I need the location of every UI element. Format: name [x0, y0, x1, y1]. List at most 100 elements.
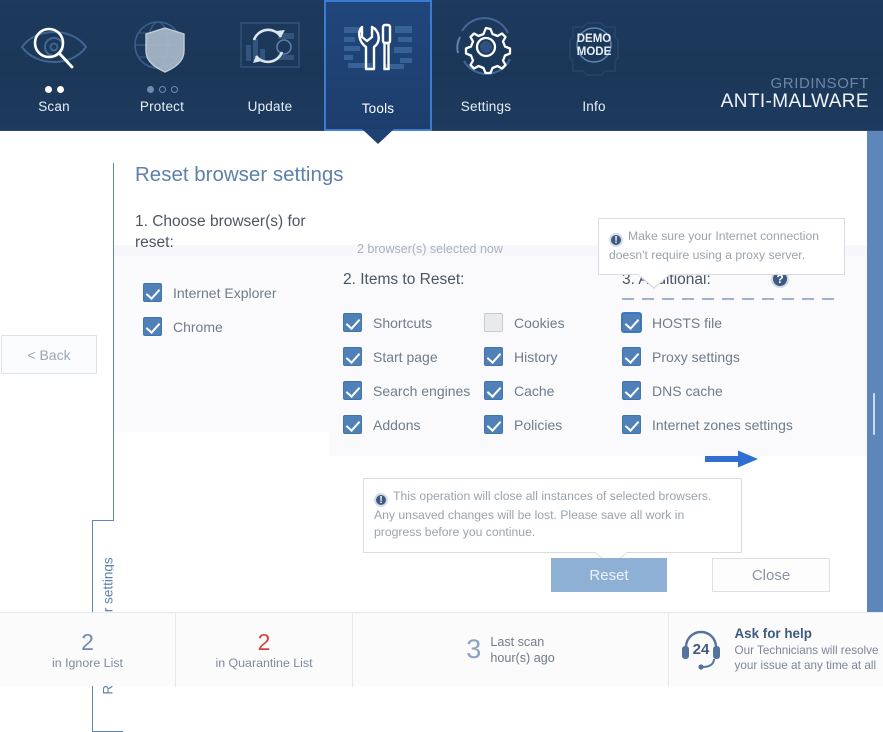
active-tab-caret	[362, 129, 394, 144]
nav-item-protect[interactable]: Protect	[108, 0, 216, 131]
footer-quarantine-list[interactable]: 2 in Quarantine List	[176, 613, 353, 687]
checkbox-label: DNS cache	[652, 383, 723, 399]
checkbox-row-policies[interactable]: Policies	[484, 415, 562, 434]
checkbox-row-history[interactable]: History	[484, 347, 558, 366]
checkbox-search-engines[interactable]	[343, 381, 362, 400]
checkbox-internet-zones-settings[interactable]	[622, 415, 641, 434]
checkbox-row-addons[interactable]: Addons	[343, 415, 420, 434]
checkbox-row-search-engines[interactable]: Search engines	[343, 381, 470, 400]
nav-item-scan[interactable]: Scan	[0, 0, 108, 131]
checkbox-row-hosts-file[interactable]: HOSTS file	[622, 313, 722, 332]
brand-logo: GRIDINSOFT ANTI-MALWARE	[721, 76, 869, 112]
tooltip-proxy-notice: !Make sure your Internet connection does…	[598, 218, 845, 275]
refresh-arrows-icon	[216, 0, 324, 86]
right-scrollbar[interactable]	[867, 131, 883, 612]
brand-line-2: ANTI-MALWARE	[721, 92, 869, 112]
step-1-label: 1. Choose browser(s) for reset:	[135, 212, 320, 254]
checkbox-row-dns-cache[interactable]: DNS cache	[622, 381, 723, 400]
help-line-1: Our Technicians will resolve	[735, 643, 879, 658]
help-line-2: your issue at any time at all	[735, 658, 879, 673]
checkbox-label: Cache	[514, 383, 554, 399]
footer-last-scan[interactable]: 3 Last scan hour(s) ago	[353, 613, 669, 687]
tooltip-operation-text: This operation will close all instances …	[374, 489, 711, 539]
quarantine-count: 2	[215, 630, 312, 655]
annotation-arrow-icon	[705, 449, 759, 469]
exclamation-icon: !	[609, 233, 623, 247]
checkbox-row-cookies[interactable]: Cookies	[484, 313, 565, 332]
nav-item-info[interactable]: DEMO MODE Info	[540, 0, 648, 131]
nav-item-label: Info	[582, 100, 605, 114]
checkbox-row-chrome[interactable]: Chrome	[143, 317, 223, 336]
gear-icon	[432, 0, 540, 86]
reset-browser-settings-panel: Reset browser settings 1. Choose browser…	[114, 131, 867, 612]
checkbox-label: Internet Explorer	[173, 285, 277, 301]
checkbox-row-start-page[interactable]: Start page	[343, 347, 438, 366]
content-stage: < Back Reset browser settings Reset brow…	[0, 131, 883, 612]
brand-line-1: GRIDINSOFT	[721, 76, 869, 92]
top-navigation-bar: Scan Protect	[0, 0, 883, 131]
checkbox-row-shortcuts[interactable]: Shortcuts	[343, 313, 432, 332]
checkbox-row-internet-explorer[interactable]: Internet Explorer	[143, 283, 277, 302]
wrench-screwdriver-icon	[326, 2, 430, 88]
tooltip-operation-warning: !This operation will close all instances…	[363, 478, 742, 553]
scrollbar-grip[interactable]	[873, 393, 875, 435]
checkbox-addons[interactable]	[343, 415, 362, 434]
nav-item-label: Protect	[140, 100, 184, 114]
checkbox-label: Addons	[373, 417, 420, 433]
demo-badge-line1: DEMO	[577, 33, 612, 45]
footer-ignore-list[interactable]: 2 in Ignore List	[0, 613, 176, 687]
close-button[interactable]: Close	[712, 558, 830, 592]
nav-item-tools[interactable]: Tools	[324, 0, 432, 131]
help-title: Ask for help	[735, 626, 879, 643]
last-scan-line-2: hour(s) ago	[490, 650, 554, 666]
checkbox-label: HOSTS file	[652, 315, 722, 331]
checkbox-hosts-file[interactable]	[622, 313, 641, 332]
page-title: Reset browser settings	[135, 163, 344, 187]
checkbox-dns-cache[interactable]	[622, 381, 641, 400]
checkbox-start-page[interactable]	[343, 347, 362, 366]
checkbox-chrome[interactable]	[143, 317, 162, 336]
quarantine-label: in Quarantine List	[215, 656, 312, 670]
checkbox-label: Start page	[373, 349, 438, 365]
browser-selection-note: 2 browser(s) selected now	[357, 242, 503, 256]
checkbox-shortcuts[interactable]	[343, 313, 362, 332]
headset-24-icon: 24	[678, 626, 724, 675]
checkbox-cache[interactable]	[484, 381, 503, 400]
checkbox-label: History	[514, 349, 558, 365]
protect-status-dots	[147, 86, 178, 94]
nav-item-settings[interactable]: Settings	[432, 0, 540, 131]
checkbox-label: Cookies	[514, 315, 565, 331]
last-scan-line-1: Last scan	[490, 634, 554, 650]
checkbox-history[interactable]	[484, 347, 503, 366]
nav-item-update[interactable]: Update	[216, 0, 324, 131]
checkbox-label: Proxy settings	[652, 349, 740, 365]
scan-status-dots	[45, 86, 64, 94]
checkbox-label: Shortcuts	[373, 315, 432, 331]
checkbox-row-proxy-settings[interactable]: Proxy settings	[622, 347, 740, 366]
checkbox-internet-explorer[interactable]	[143, 283, 162, 302]
back-button[interactable]: < Back	[1, 335, 97, 374]
reset-button[interactable]: Reset	[551, 558, 667, 592]
demo-badge-line2: MODE	[577, 46, 612, 58]
checkbox-row-internet-zones-settings[interactable]: Internet zones settings	[622, 415, 793, 434]
checkbox-proxy-settings[interactable]	[622, 347, 641, 366]
status-footer: 2 in Ignore List 2 in Quarantine List 3 …	[0, 612, 883, 686]
checkbox-policies[interactable]	[484, 415, 503, 434]
tooltip-proxy-text: Make sure your Internet connection doesn…	[609, 229, 819, 262]
checkbox-row-cache[interactable]: Cache	[484, 381, 554, 400]
nav-item-label: Scan	[38, 100, 70, 114]
last-scan-count: 3	[466, 635, 481, 665]
nav-item-list: Scan Protect	[0, 0, 648, 131]
ignore-count: 2	[52, 630, 123, 655]
nav-item-label: Tools	[362, 102, 395, 116]
demo-mode-badge-icon: DEMO MODE	[540, 0, 648, 86]
additional-section-divider	[622, 298, 835, 300]
footer-ask-for-help[interactable]: 24 Ask for help Our Technicians will res…	[669, 613, 883, 687]
checkbox-label: Search engines	[373, 383, 470, 399]
step-2-label: 2. Items to Reset:	[343, 270, 464, 291]
checkbox-cookies[interactable]	[484, 313, 503, 332]
ignore-label: in Ignore List	[52, 656, 123, 670]
checkbox-label: Chrome	[173, 319, 223, 335]
exclamation-icon: !	[374, 493, 388, 507]
checkbox-label: Policies	[514, 417, 562, 433]
